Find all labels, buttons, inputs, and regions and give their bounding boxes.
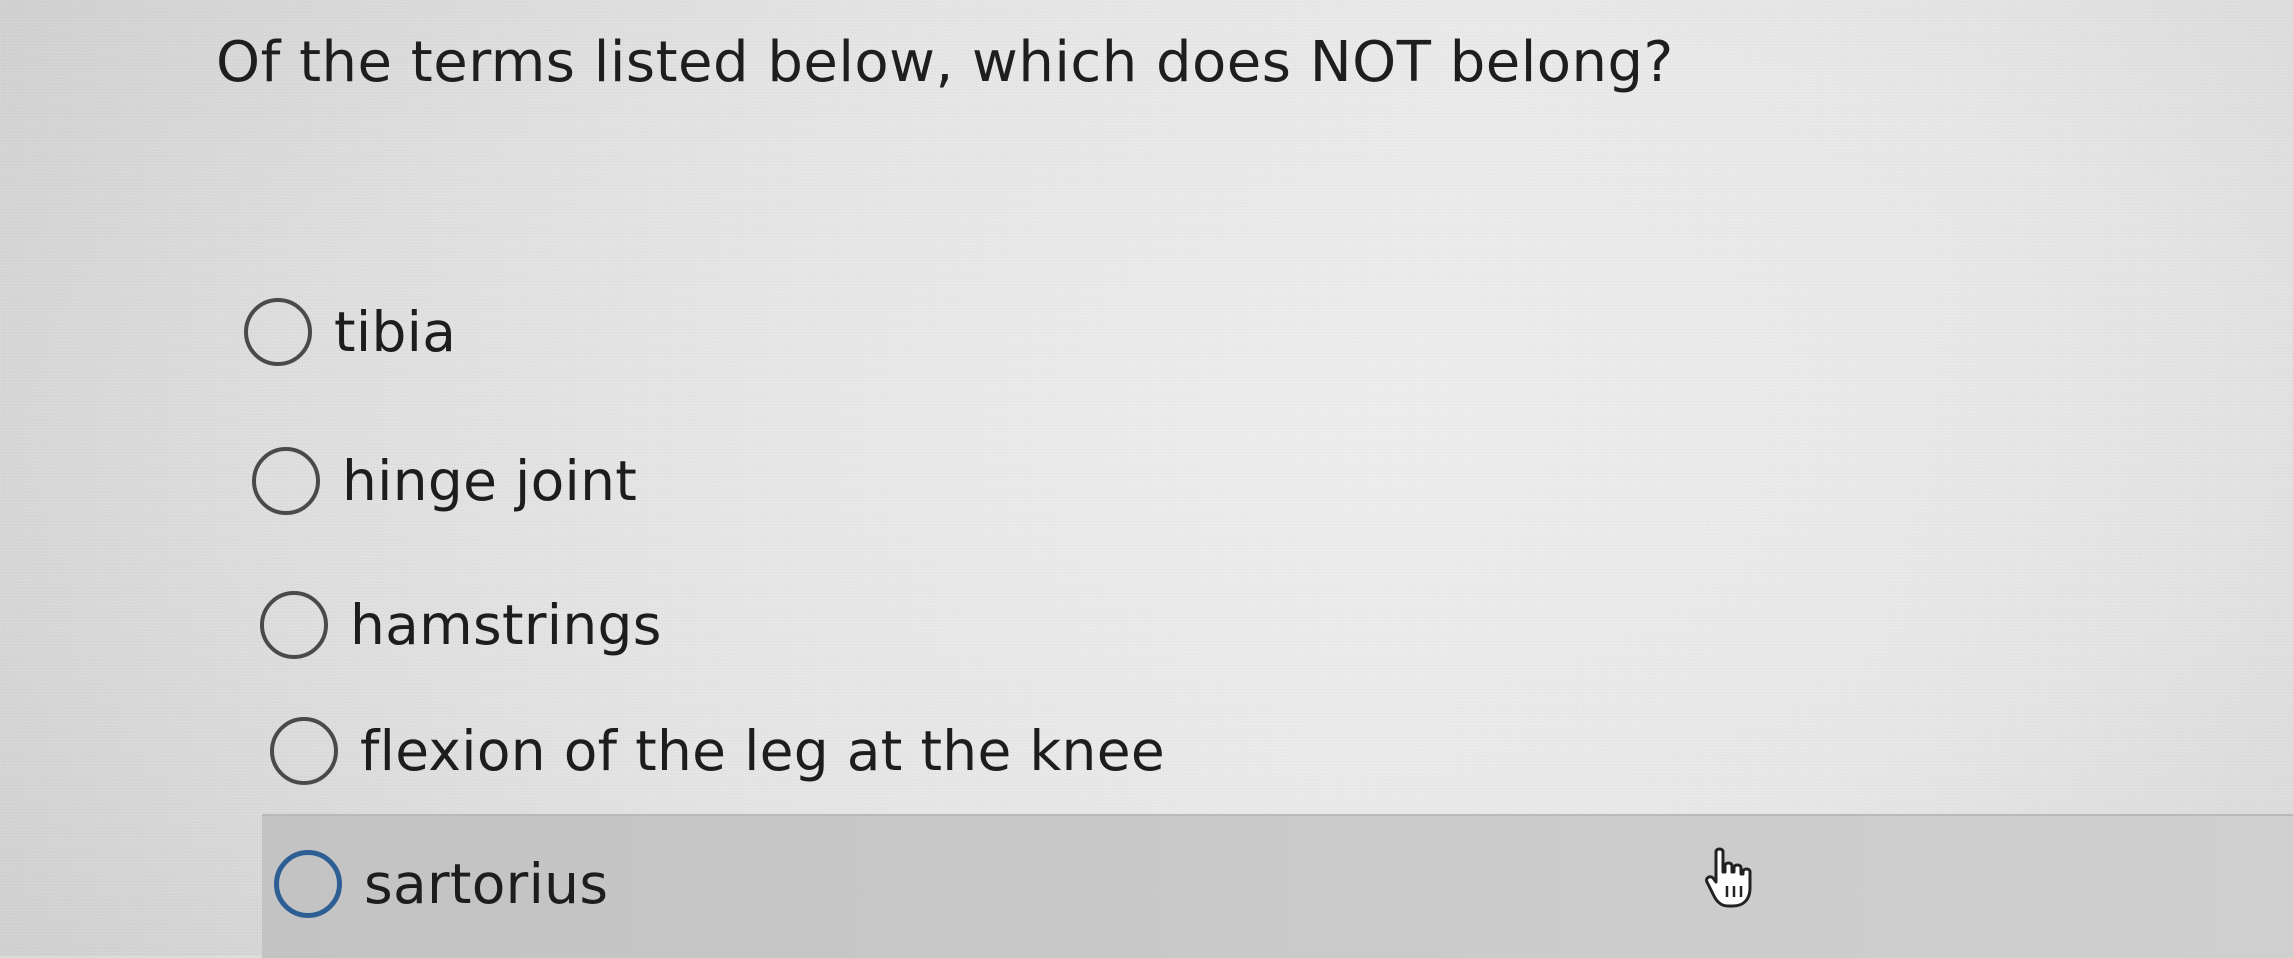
radio-button[interactable] — [252, 447, 320, 515]
radio-button[interactable] — [270, 717, 338, 785]
hand-pointer-icon — [1705, 847, 1752, 908]
option-tibia[interactable]: tibia — [244, 298, 456, 366]
option-flexion-of-the-leg-at-the-knee[interactable]: flexion of the leg at the knee — [270, 717, 1165, 785]
option-sartorius[interactable]: sartorius — [274, 850, 608, 918]
radio-button-focused[interactable] — [274, 850, 342, 918]
option-label: flexion of the leg at the knee — [360, 719, 1165, 783]
radio-button[interactable] — [260, 591, 328, 659]
option-hamstrings[interactable]: hamstrings — [260, 591, 662, 659]
option-label: hinge joint — [342, 449, 638, 513]
option-label: hamstrings — [350, 593, 662, 657]
option-label: sartorius — [364, 852, 609, 916]
option-hinge-joint[interactable]: hinge joint — [252, 447, 637, 515]
radio-button[interactable] — [244, 298, 312, 366]
option-label: tibia — [334, 300, 457, 364]
answer-options: tibia hinge joint hamstrings flexion of … — [0, 0, 2293, 958]
